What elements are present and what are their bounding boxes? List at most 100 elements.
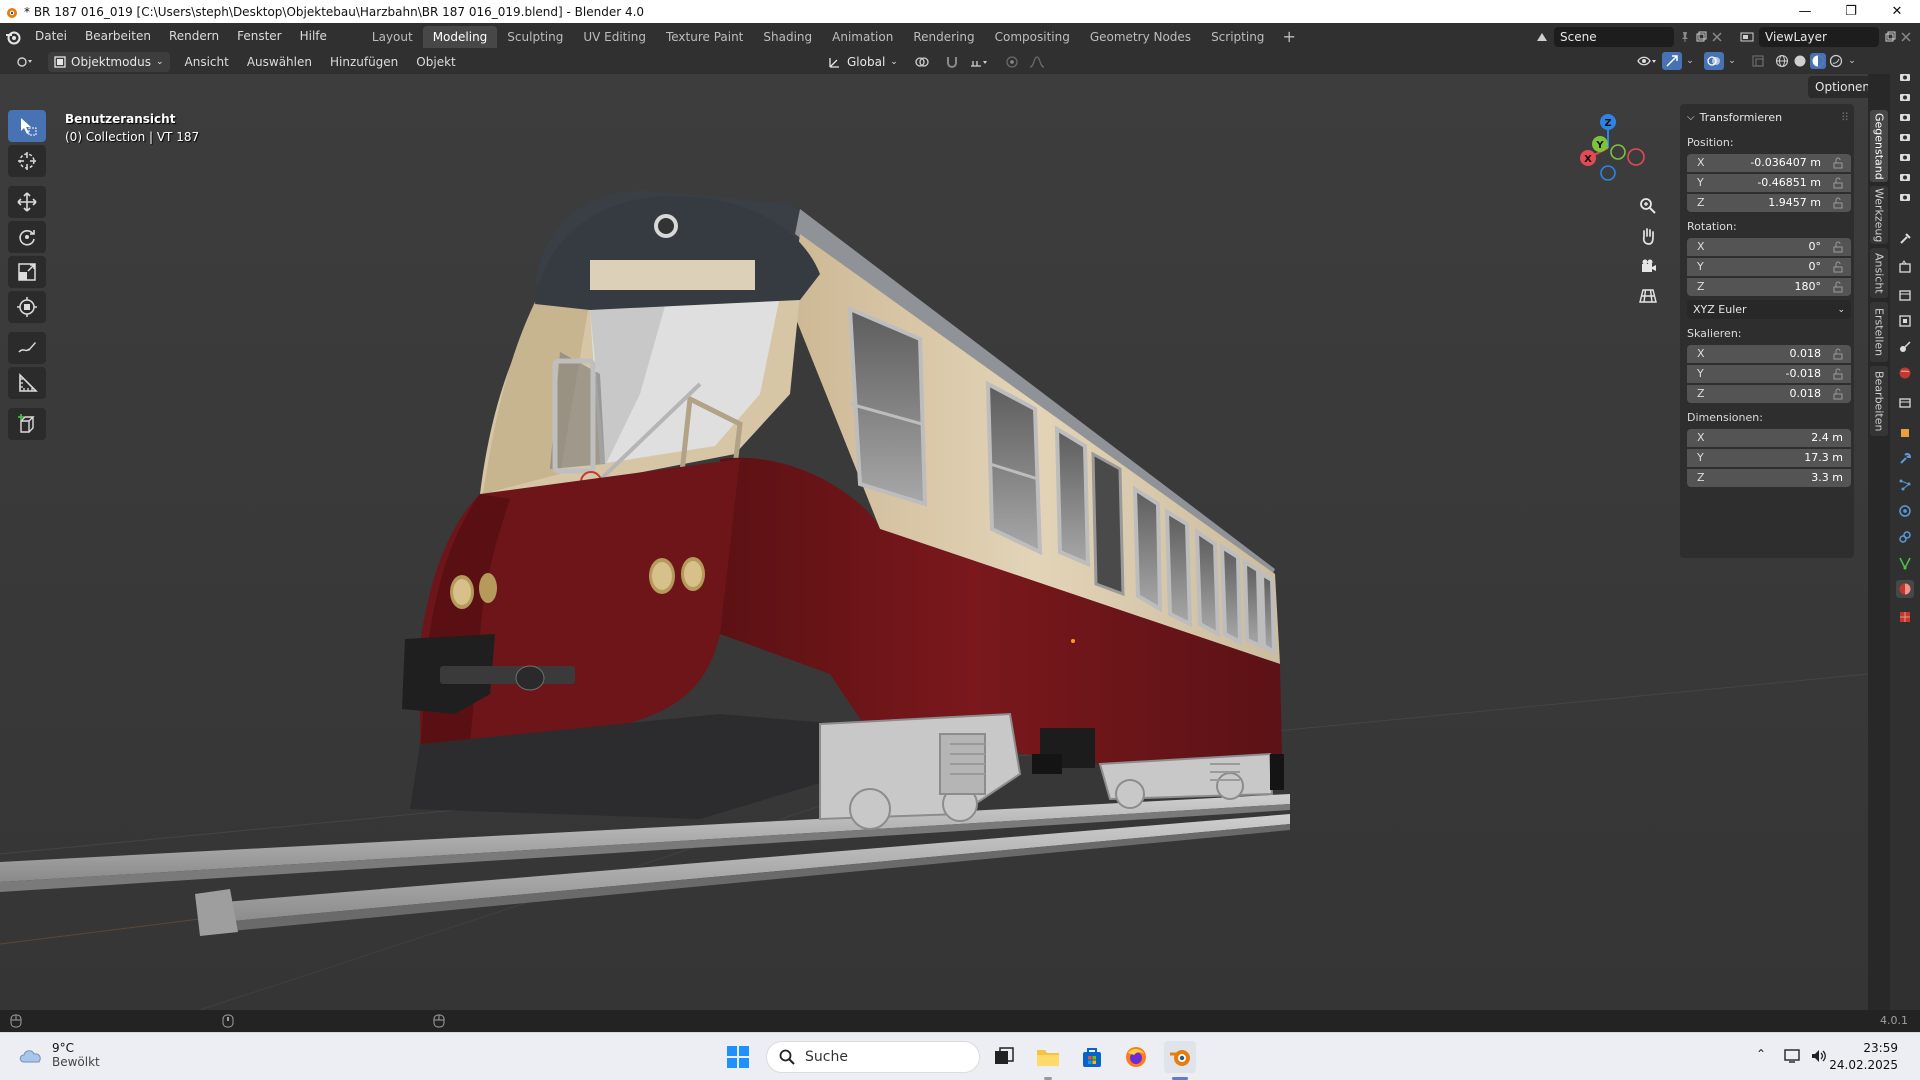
outliner-camera-icon[interactable] — [1896, 68, 1914, 86]
tab-modeling[interactable]: Modeling — [422, 25, 498, 48]
blender-taskbar-button[interactable] — [1164, 1041, 1196, 1073]
menu-ansicht[interactable]: Ansicht — [176, 55, 238, 69]
data-properties-icon[interactable] — [1896, 554, 1914, 572]
outliner-camera-icon[interactable] — [1896, 88, 1914, 106]
scene-delete-icon[interactable] — [1709, 29, 1725, 45]
material-shading-icon[interactable] — [1810, 53, 1826, 69]
scene-name-field[interactable]: Scene — [1554, 26, 1674, 47]
tab-gegenstand[interactable]: Gegenstand — [1870, 110, 1888, 182]
task-view-button[interactable] — [988, 1041, 1020, 1073]
world-properties-icon[interactable] — [1896, 364, 1914, 382]
network-icon[interactable] — [1784, 1048, 1802, 1064]
tab-sculpting[interactable]: Sculpting — [497, 26, 573, 48]
lock-icon[interactable] — [1832, 261, 1844, 273]
scene-icon[interactable] — [1534, 29, 1550, 45]
3d-viewport[interactable]: Benutzeransicht (0) Collection | VT 187 — [0, 74, 1868, 1010]
scale-x-field[interactable]: X 0.018 — [1687, 344, 1851, 363]
scale-y-field[interactable]: Y -0.018 — [1687, 364, 1851, 383]
transform-tool[interactable] — [8, 291, 46, 323]
rotate-tool[interactable] — [8, 221, 46, 253]
tab-compositing[interactable]: Compositing — [985, 26, 1080, 48]
close-button[interactable]: ✕ — [1874, 0, 1920, 23]
render-properties-icon[interactable] — [1896, 258, 1914, 276]
zoom-view-button[interactable] — [1634, 192, 1662, 220]
outliner-camera-icon[interactable] — [1896, 128, 1914, 146]
tab-ansicht[interactable]: Ansicht — [1870, 248, 1888, 298]
tab-geometry-nodes[interactable]: Geometry Nodes — [1080, 26, 1201, 48]
menu-fenster[interactable]: Fenster — [228, 23, 291, 50]
drag-handle-icon[interactable]: ⠿ — [1841, 111, 1849, 124]
gizmo-dropdown-icon[interactable]: ⌄ — [1684, 53, 1696, 69]
menu-rendern[interactable]: Rendern — [160, 23, 228, 50]
add-workspace-button[interactable]: + — [1274, 27, 1303, 46]
particles-properties-icon[interactable] — [1896, 476, 1914, 494]
select-box-tool[interactable] — [8, 110, 46, 142]
camera-view-button[interactable] — [1634, 252, 1662, 280]
visibility-icon[interactable] — [1634, 53, 1660, 69]
rotation-mode-dropdown[interactable]: XYZ Euler ⌄ — [1687, 300, 1851, 319]
tab-uv-editing[interactable]: UV Editing — [573, 26, 656, 48]
menu-auswaehlen[interactable]: Auswählen — [238, 55, 321, 69]
lock-icon[interactable] — [1832, 197, 1844, 209]
menu-datei[interactable]: Datei — [26, 23, 76, 50]
shading-dropdown-icon[interactable]: ⌄ — [1846, 53, 1858, 69]
tab-layout[interactable]: Layout — [362, 26, 423, 48]
rotation-y-field[interactable]: Y 0° — [1687, 257, 1851, 276]
modifier-properties-icon[interactable] — [1896, 450, 1914, 468]
measure-tool[interactable] — [8, 367, 46, 399]
blender-logo-icon[interactable] — [0, 23, 26, 50]
lock-icon[interactable] — [1832, 157, 1844, 169]
outliner-camera-icon[interactable] — [1896, 188, 1914, 206]
rotation-x-field[interactable]: X 0° — [1687, 237, 1851, 256]
tray-expand-icon[interactable]: ⌃ — [1756, 1047, 1766, 1061]
texture-properties-icon[interactable] — [1896, 608, 1914, 626]
scene-properties-icon[interactable] — [1896, 338, 1914, 356]
viewlayer-icon[interactable] — [1739, 29, 1755, 45]
snap-target-icon[interactable] — [966, 54, 992, 70]
snap-icon[interactable] — [944, 54, 960, 70]
xray-icon[interactable] — [1750, 53, 1766, 69]
taskbar-search[interactable]: Suche — [766, 1041, 980, 1073]
falloff-icon[interactable] — [1026, 54, 1050, 70]
material-properties-icon[interactable] — [1896, 580, 1914, 598]
menu-hilfe[interactable]: Hilfe — [291, 23, 336, 50]
gizmo-toggle-icon[interactable] — [1662, 52, 1682, 70]
gizmo-neg-y[interactable] — [1610, 144, 1626, 160]
tab-animation[interactable]: Animation — [822, 26, 903, 48]
tab-rendering[interactable]: Rendering — [903, 26, 984, 48]
outliner-camera-icon[interactable] — [1896, 148, 1914, 166]
maximize-button[interactable]: ❐ — [1828, 0, 1874, 23]
cursor-tool[interactable] — [8, 145, 46, 177]
taskbar-clock[interactable]: 23:59 24.02.2025 — [1829, 1040, 1898, 1074]
menu-hinzufuegen[interactable]: Hinzufügen — [321, 55, 407, 69]
tool-properties-icon[interactable] — [1896, 230, 1914, 248]
constraints-properties-icon[interactable] — [1896, 528, 1914, 546]
pivot-point-icon[interactable] — [910, 54, 938, 70]
tab-werkzeug[interactable]: Werkzeug — [1870, 186, 1888, 244]
scale-z-field[interactable]: Z 0.018 — [1687, 384, 1851, 403]
lock-icon[interactable] — [1832, 348, 1844, 360]
menu-objekt[interactable]: Objekt — [407, 55, 464, 69]
position-z-field[interactable]: Z 1.9457 m — [1687, 193, 1851, 212]
editor-type-icon[interactable] — [12, 54, 38, 70]
options-dropdown[interactable]: Optionen ⌄ — [1808, 76, 1868, 98]
transform-panel-header[interactable]: ⌵ Transformieren ⠿ — [1687, 106, 1854, 128]
lock-icon[interactable] — [1832, 177, 1844, 189]
lock-icon[interactable] — [1832, 388, 1844, 400]
solid-shading-icon[interactable] — [1792, 53, 1808, 69]
physics-properties-icon[interactable] — [1896, 502, 1914, 520]
gizmo-neg-x[interactable] — [1627, 148, 1645, 166]
dimension-z-field[interactable]: Z 3.3 m — [1687, 468, 1851, 487]
scene-new-icon[interactable] — [1693, 29, 1709, 45]
weather-widget[interactable]: 9°C Bewölkt — [18, 1041, 100, 1069]
perspective-toggle-button[interactable] — [1634, 282, 1662, 310]
firefox-button[interactable] — [1120, 1041, 1152, 1073]
tab-bearbeiten[interactable]: Bearbeiten — [1870, 366, 1888, 436]
scene-pin-icon[interactable] — [1677, 29, 1693, 45]
add-cube-tool[interactable] — [8, 408, 46, 440]
object-properties-icon[interactable] — [1896, 424, 1914, 442]
viewlayer-name-field[interactable]: ViewLayer — [1759, 26, 1879, 47]
output-properties-icon[interactable] — [1896, 286, 1914, 304]
annotate-tool[interactable] — [8, 332, 46, 364]
scale-tool[interactable] — [8, 256, 46, 288]
